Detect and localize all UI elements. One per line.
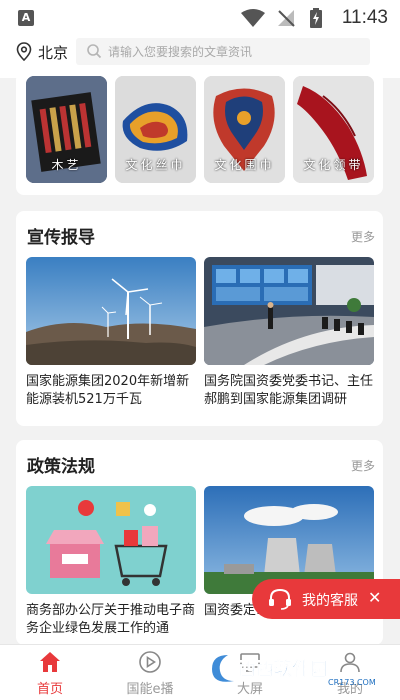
customer-service-button[interactable]: 我的客服 ✕: [252, 579, 400, 619]
status-bar: A 11:43: [0, 0, 400, 36]
product-label: 文化丝巾: [125, 158, 186, 172]
play-icon: [139, 651, 161, 673]
product-label: 文化领带: [303, 158, 364, 172]
news-title: 商务部办公厅关于推动电子商务企业绿色发展工作的通: [26, 603, 196, 636]
svg-text:西西软件园: 西西软件园: [238, 658, 328, 680]
product-category-card: 木艺 文化丝巾 文化围巾 文化领带: [16, 72, 383, 195]
meeting-room-image: [204, 257, 374, 365]
close-icon[interactable]: ✕: [368, 588, 381, 607]
tab-label: 首页: [36, 682, 63, 697]
news-thumbnail: [26, 486, 196, 594]
news-card[interactable]: 国家能源集团2020年新增新能源装机521万千瓦: [26, 257, 196, 409]
wifi-icon: [241, 9, 265, 27]
news-thumbnail: [204, 486, 374, 594]
wind-turbines-image: [26, 257, 196, 365]
watermark-logo: 西西软件园 CR173.COM: [212, 655, 376, 687]
battery-charging-icon: [310, 8, 322, 28]
product-item-silk-scarf[interactable]: 文化丝巾: [115, 76, 196, 183]
search-icon: [87, 44, 102, 59]
ecommerce-illustration-image: [26, 486, 196, 594]
product-item-wood[interactable]: 木艺: [26, 76, 107, 183]
power-plant-image: [204, 486, 374, 594]
tab-home[interactable]: 首页: [0, 645, 100, 700]
home-icon: [40, 652, 60, 672]
app-notification-icon: A: [18, 10, 34, 26]
signal-off-icon: [278, 10, 295, 27]
product-item-tie[interactable]: 文化领带: [293, 76, 374, 183]
tab-broadcast[interactable]: 国能e播: [100, 645, 200, 700]
headset-icon: [269, 588, 291, 610]
more-link[interactable]: 更多: [351, 457, 375, 474]
tab-label: 国能e播: [126, 682, 174, 697]
more-link[interactable]: 更多: [351, 228, 375, 245]
news-card[interactable]: 商务部办公厅关于推动电子商务企业绿色发展工作的通: [26, 486, 196, 638]
news-card[interactable]: 国务院国资委党委书记、主任郝鹏到国家能源集团调研: [204, 257, 374, 409]
svg-text:CR173.COM: CR173.COM: [328, 678, 376, 687]
section-title: 宣传报导: [27, 228, 95, 248]
search-input[interactable]: 请输入您要搜索的文章资讯: [76, 38, 370, 65]
news-title: 国务院国资委党委书记、主任郝鹏到国家能源集团调研: [204, 374, 374, 407]
customer-service-label: 我的客服: [302, 593, 358, 609]
promo-news-section: 宣传报导 更多 国家能源集团2020年新增新能源装机521万千瓦 国务院国资委党…: [16, 211, 383, 426]
location-pin-icon[interactable]: [16, 42, 32, 62]
product-label: 木艺: [51, 158, 82, 172]
section-title: 政策法规: [27, 457, 95, 477]
clock: 11:43: [341, 7, 388, 28]
news-thumbnail: [26, 257, 196, 365]
product-label: 文化围巾: [214, 158, 275, 172]
news-thumbnail: [204, 257, 374, 365]
search-placeholder: 请输入您要搜索的文章资讯: [108, 45, 253, 59]
news-title: 国家能源集团2020年新增新能源装机521万千瓦: [26, 374, 190, 407]
city-selector[interactable]: 北京: [38, 42, 68, 63]
product-item-scarf[interactable]: 文化围巾: [204, 76, 285, 183]
